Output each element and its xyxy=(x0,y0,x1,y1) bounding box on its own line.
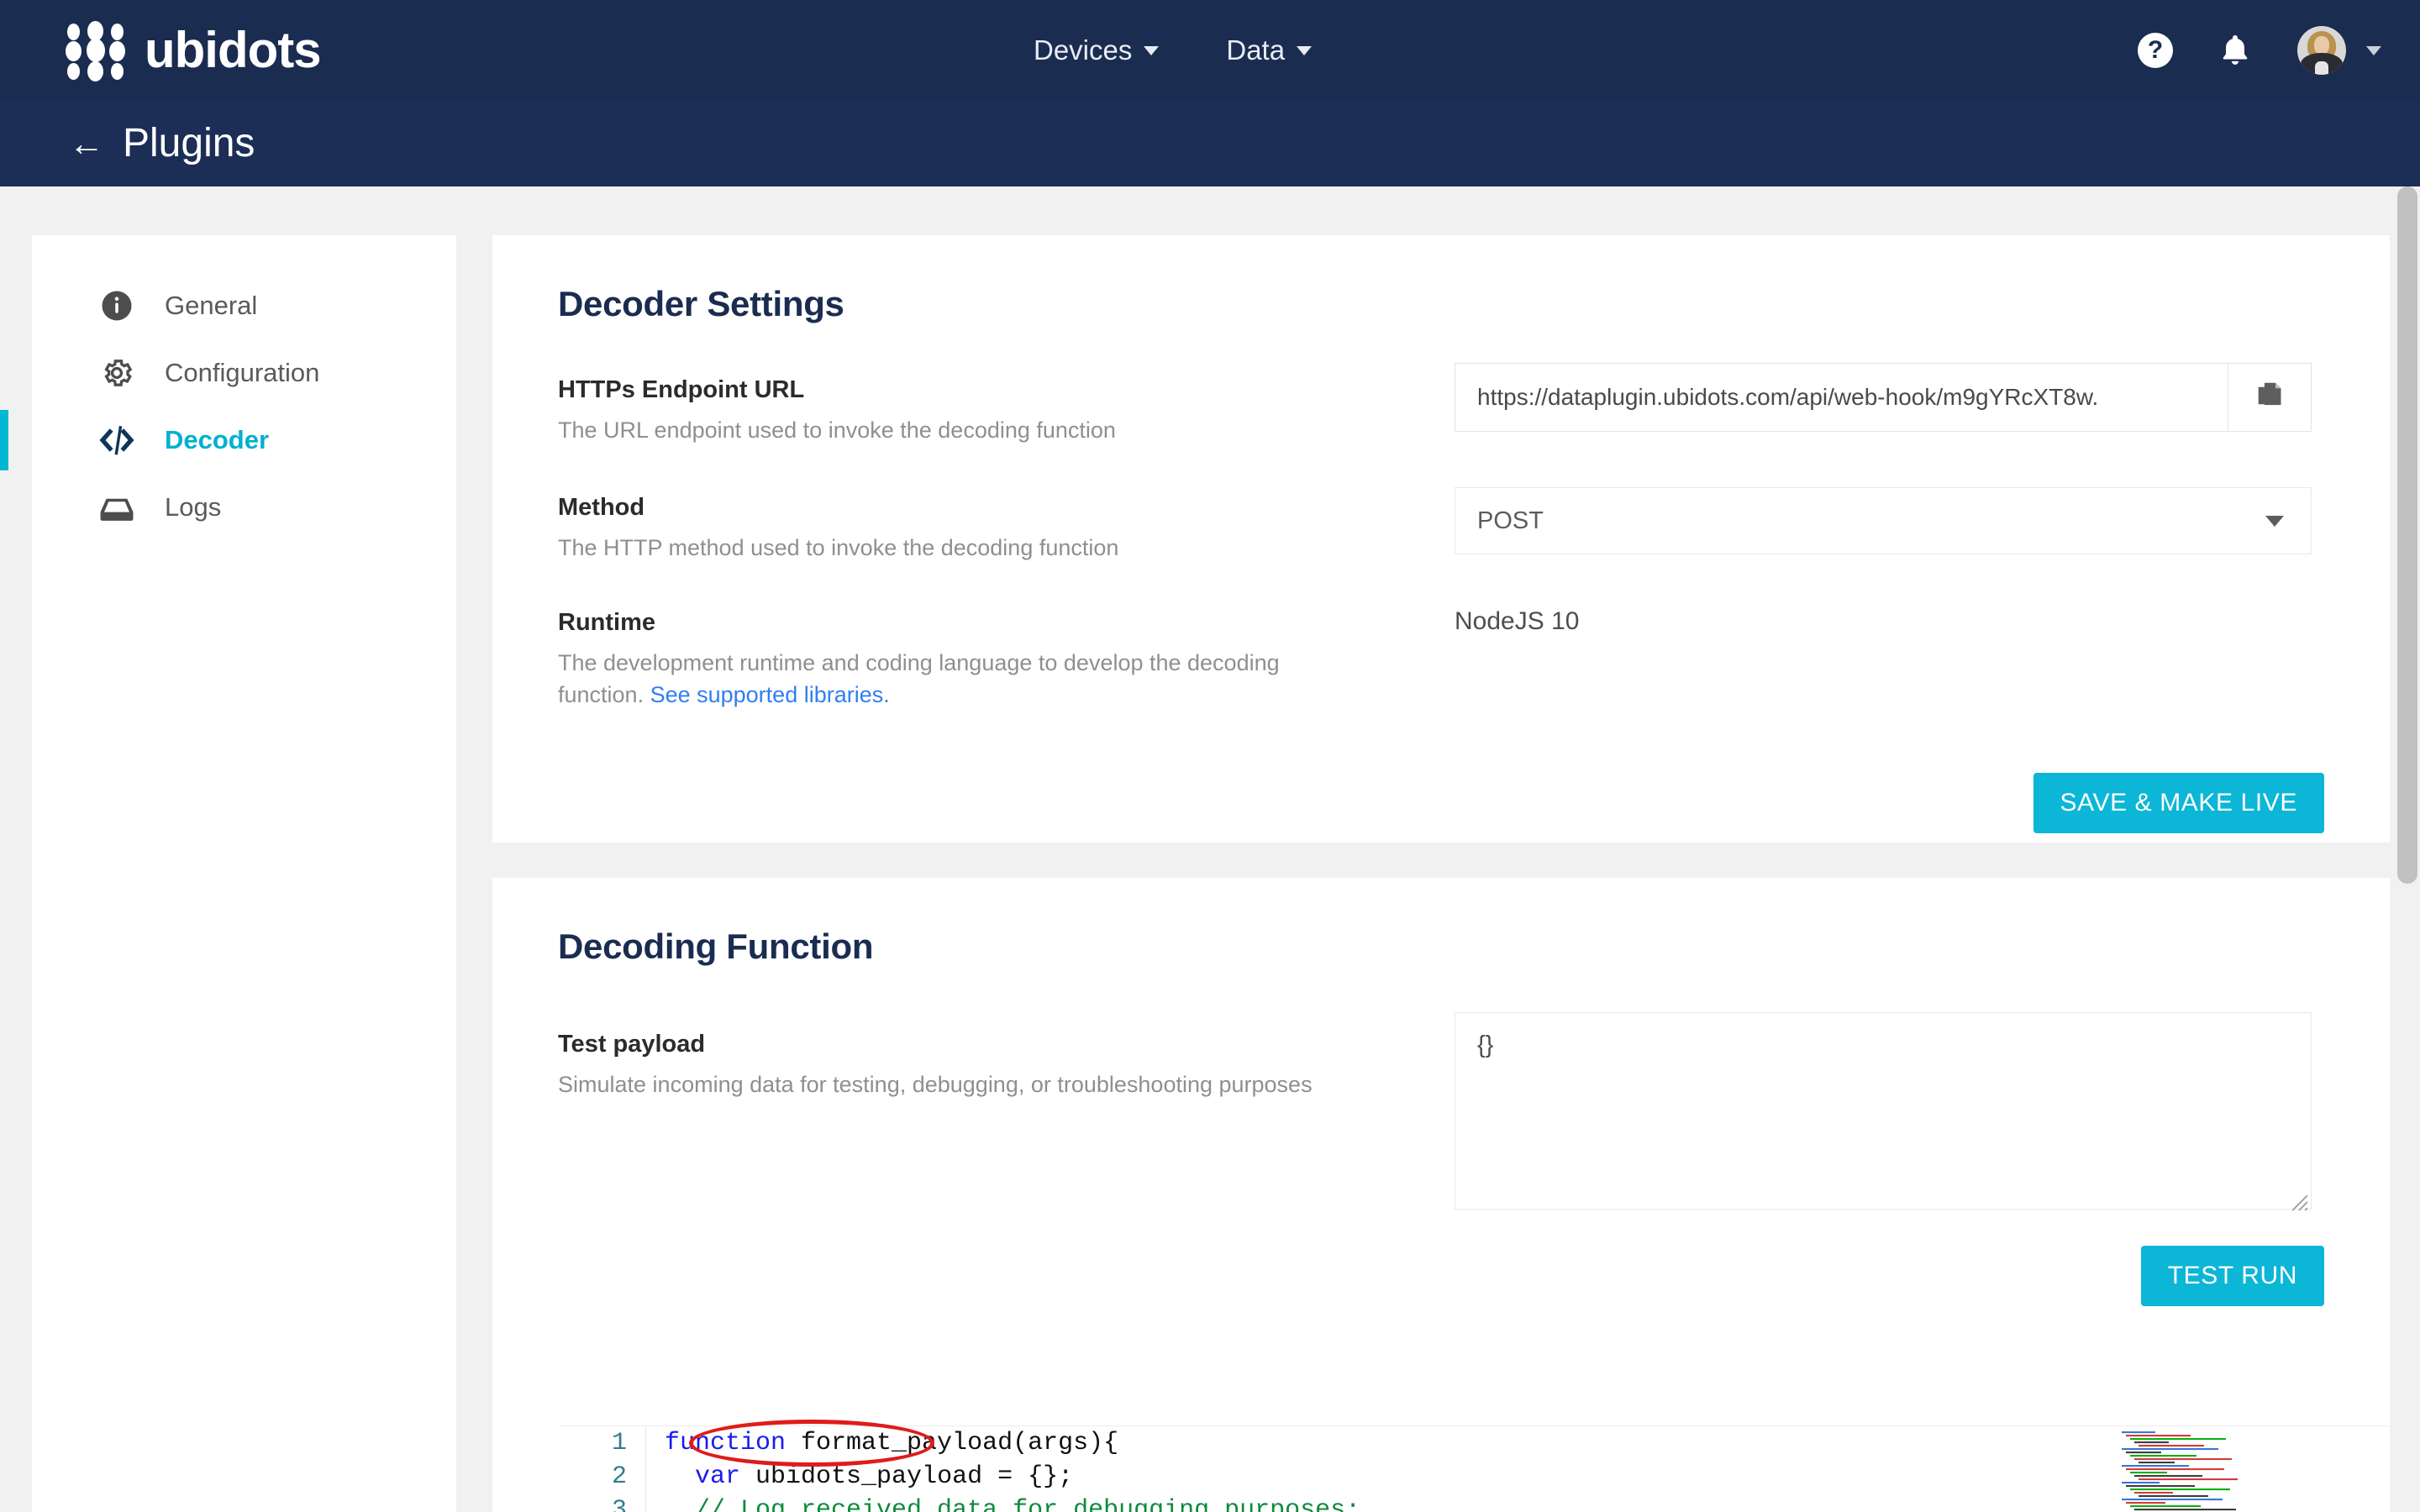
method-description: The HTTP method used to invoke the decod… xyxy=(558,532,1118,564)
copy-icon xyxy=(2254,381,2285,414)
info-circle-icon xyxy=(97,286,136,325)
method-label: Method xyxy=(558,494,1118,522)
line-number: 1 xyxy=(559,1426,645,1460)
sidebar-item-label: Logs xyxy=(165,492,221,522)
code-editor[interactable]: 1 2 3 function format_payload(args){ var… xyxy=(559,1425,2390,1512)
avatar-shirt xyxy=(2315,61,2328,75)
runtime-label: Runtime xyxy=(558,609,1331,637)
breadcrumb[interactable]: ← Plugins xyxy=(69,123,255,164)
nav-menu: Devices Data xyxy=(1034,0,1312,101)
editor-gutter: 1 2 3 xyxy=(559,1426,646,1512)
runtime-value: NodeJS 10 xyxy=(1455,607,1579,636)
code-line: var ubidots_payload = {}; xyxy=(665,1460,1360,1494)
method-select-wrap: POST xyxy=(1455,487,2312,554)
avatar[interactable] xyxy=(2297,26,2346,75)
code-icon xyxy=(97,421,136,459)
inbox-icon xyxy=(97,488,136,527)
save-and-make-live-button[interactable]: SAVE & MAKE LIVE xyxy=(2033,773,2325,833)
nav-devices-label: Devices xyxy=(1034,34,1132,66)
nav-data-label: Data xyxy=(1226,34,1285,66)
sidebar-item-logs[interactable]: Logs xyxy=(32,474,456,541)
runtime-value-wrap: NodeJS 10 xyxy=(1455,607,1579,636)
endpoint-field-labels: HTTPs Endpoint URL The URL endpoint used… xyxy=(558,376,1116,446)
decoding-function-title: Decoding Function xyxy=(558,927,873,967)
endpoint-url-input[interactable]: https://dataplugin.ubidots.com/api/web-h… xyxy=(1455,363,2228,432)
ubidots-dots-icon xyxy=(66,18,129,82)
method-selected-value: POST xyxy=(1477,507,1544,535)
test-payload-description: Simulate incoming data for testing, debu… xyxy=(558,1068,1313,1100)
copy-endpoint-button[interactable] xyxy=(2228,363,2312,432)
page-subheader: ← Plugins xyxy=(0,101,2420,186)
sidebar-item-decoder[interactable]: Decoder xyxy=(32,407,456,474)
editor-code-content[interactable]: function format_payload(args){ var ubido… xyxy=(665,1426,1360,1512)
supported-libraries-link[interactable]: See supported libraries. xyxy=(650,682,890,707)
chevron-down-icon[interactable] xyxy=(2366,46,2381,55)
vertical-scrollbar[interactable] xyxy=(2395,186,2420,1512)
arrow-left-icon[interactable]: ← xyxy=(69,126,104,161)
brand-name: ubidots xyxy=(145,25,321,76)
chevron-down-icon xyxy=(2265,516,2284,527)
top-navbar: ubidots Devices Data ? xyxy=(0,0,2420,101)
runtime-field-labels: Runtime The development runtime and codi… xyxy=(558,609,1331,711)
sidebar-item-general[interactable]: General xyxy=(32,272,456,339)
endpoint-description: The URL endpoint used to invoke the deco… xyxy=(558,414,1116,446)
method-field-labels: Method The HTTP method used to invoke th… xyxy=(558,494,1118,564)
nav-item-data[interactable]: Data xyxy=(1226,34,1312,66)
sidebar-item-label: Decoder xyxy=(165,425,269,455)
line-number: 2 xyxy=(559,1460,645,1494)
test-payload-field-labels: Test payload Simulate incoming data for … xyxy=(558,1031,1313,1100)
scrollbar-thumb[interactable] xyxy=(2397,186,2417,884)
code-line: function format_payload(args){ xyxy=(665,1426,1360,1460)
test-run-button[interactable]: TEST RUN xyxy=(2141,1246,2324,1306)
decoding-function-card: Decoding Function Test payload Simulate … xyxy=(492,878,2390,1512)
sidebar-item-label: General xyxy=(165,291,257,321)
code-line: // Log received data for debugging purpo… xyxy=(665,1494,1360,1512)
avatar-face xyxy=(2314,36,2329,55)
main-content: General Configuration Decoder xyxy=(0,186,2420,1512)
method-select[interactable]: POST xyxy=(1455,487,2312,554)
test-payload-textarea[interactable] xyxy=(1455,1012,2312,1210)
endpoint-label: HTTPs Endpoint URL xyxy=(558,376,1116,404)
decoder-settings-title: Decoder Settings xyxy=(558,284,844,324)
sidebar-item-configuration[interactable]: Configuration xyxy=(32,339,456,407)
help-icon[interactable]: ? xyxy=(2138,33,2173,68)
decoder-settings-card: Decoder Settings HTTPs Endpoint URL The … xyxy=(492,235,2390,843)
settings-sidebar: General Configuration Decoder xyxy=(32,235,456,1512)
bell-icon[interactable] xyxy=(2217,31,2254,70)
nav-actions: ? xyxy=(2138,0,2381,101)
code-minimap[interactable] xyxy=(2118,1426,2268,1512)
test-payload-label: Test payload xyxy=(558,1031,1313,1058)
nav-item-devices[interactable]: Devices xyxy=(1034,34,1159,66)
brand-logo[interactable]: ubidots xyxy=(66,18,321,82)
line-number: 3 xyxy=(559,1494,645,1512)
page-title: Plugins xyxy=(123,123,255,164)
test-payload-input-wrap xyxy=(1455,1012,2312,1214)
chevron-down-icon xyxy=(1144,46,1159,55)
chevron-down-icon xyxy=(1297,46,1312,55)
endpoint-input-group: https://dataplugin.ubidots.com/api/web-h… xyxy=(1455,363,2312,432)
runtime-description: The development runtime and coding langu… xyxy=(558,647,1331,711)
sidebar-item-label: Configuration xyxy=(165,358,319,388)
gear-icon xyxy=(97,354,136,392)
